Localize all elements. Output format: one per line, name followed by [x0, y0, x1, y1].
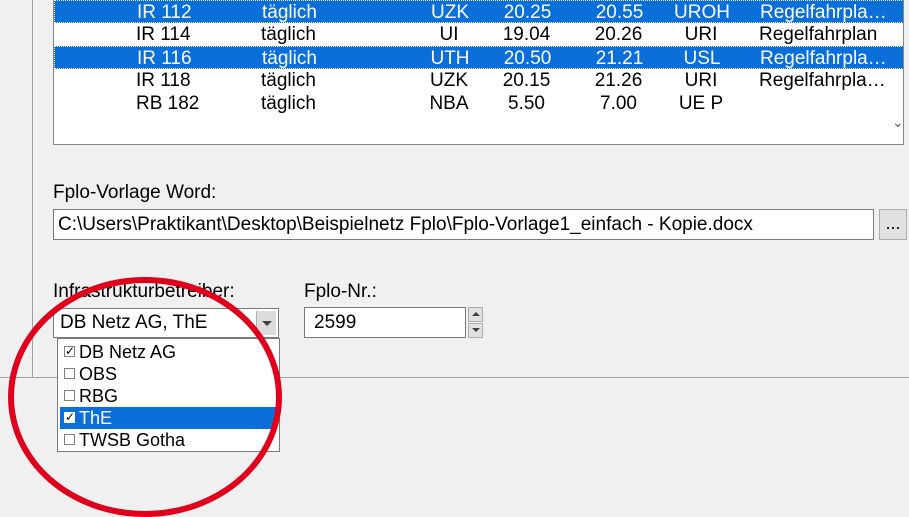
train-days: täglich — [261, 24, 316, 45]
train-from-code: NBA — [429, 93, 469, 114]
arrow-up-icon — [472, 312, 480, 316]
train-departure: 5.50 — [508, 93, 545, 114]
train-to-code: URI — [684, 24, 718, 45]
spin-down-button[interactable] — [468, 323, 483, 338]
panel-left-border — [32, 0, 33, 378]
train-arrival: 21.26 — [594, 70, 643, 91]
train-arrival: 21.21 — [595, 48, 644, 69]
train-from-code: UZK — [430, 70, 468, 91]
train-departure: 20.50 — [503, 48, 552, 69]
train-number: IR 114 — [136, 24, 191, 45]
train-number: IR 112 — [137, 2, 192, 23]
train-schedule-type: Regelfahrpla… — [759, 70, 886, 91]
train-departure: 20.15 — [502, 70, 551, 91]
train-arrival: 20.26 — [594, 24, 643, 45]
train-from-code: UZK — [431, 2, 469, 23]
train-to-code: UROH — [674, 2, 730, 23]
triangle-down-icon — [262, 321, 272, 326]
train-list-row[interactable]: IR 116 täglich UTH 20.50 21.21 USL Regelfahrpl… — [54, 46, 903, 69]
template-path-field[interactable]: C:\Users\Praktikant\Desktop\Beispielnetz… — [53, 209, 874, 240]
fplo-nr-field[interactable]: 2599 — [304, 307, 466, 338]
chevron-down-icon[interactable]: ⌄ — [892, 114, 903, 131]
train-list-row[interactable]: RB 182 täglich NBA 5.50 7.00 UE P — [54, 92, 903, 115]
train-schedule-type: Regelfahrpla… — [760, 48, 887, 69]
train-to-code: URI — [684, 70, 718, 91]
train-days: täglich — [261, 93, 316, 114]
train-list-row[interactable]: IR 114 täglich UI 19.04 20.26 URI Regelfahrpla… — [54, 23, 903, 46]
train-list-row[interactable]: IR 118 täglich UZK 20.15 21.26 URI Regelfahrpl… — [54, 69, 903, 92]
train-number: IR 118 — [136, 70, 191, 91]
train-number: RB 182 — [136, 93, 200, 114]
train-departure: 20.25 — [503, 2, 552, 23]
train-arrival: 20.55 — [595, 2, 644, 23]
train-to-code: UE P — [678, 93, 724, 114]
train-from-code: UTH — [430, 48, 470, 69]
annotation-circle — [8, 277, 282, 517]
arrow-down-icon — [472, 328, 480, 332]
train-schedule-type: Regelfahrpla… — [760, 2, 887, 23]
template-label: Fplo-Vorlage Word: — [53, 182, 217, 203]
train-list-row[interactable]: IR 112 täglich UZK 20.25 20.55 UROH Regelfahrp… — [54, 0, 903, 23]
browse-button[interactable]: ... — [879, 209, 907, 240]
train-to-code: USL — [683, 48, 721, 69]
train-departure: 19.04 — [502, 24, 551, 45]
train-days: täglich — [262, 2, 317, 23]
train-days: täglich — [261, 70, 316, 91]
train-schedule-type: Regelfahrplan — [759, 24, 878, 45]
fplo-nr-spinner[interactable] — [468, 307, 483, 338]
train-list[interactable]: RB 182 täglich NBA 5.50 7.00 UE P IR 118 täglic… — [53, 0, 904, 145]
train-from-code: UI — [439, 24, 459, 45]
train-days: täglich — [262, 48, 317, 69]
train-number: IR 116 — [137, 48, 192, 69]
fplo-nr-label: Fplo-Nr.: — [304, 281, 377, 302]
spin-up-button[interactable] — [468, 307, 483, 322]
train-arrival: 7.00 — [600, 93, 637, 114]
